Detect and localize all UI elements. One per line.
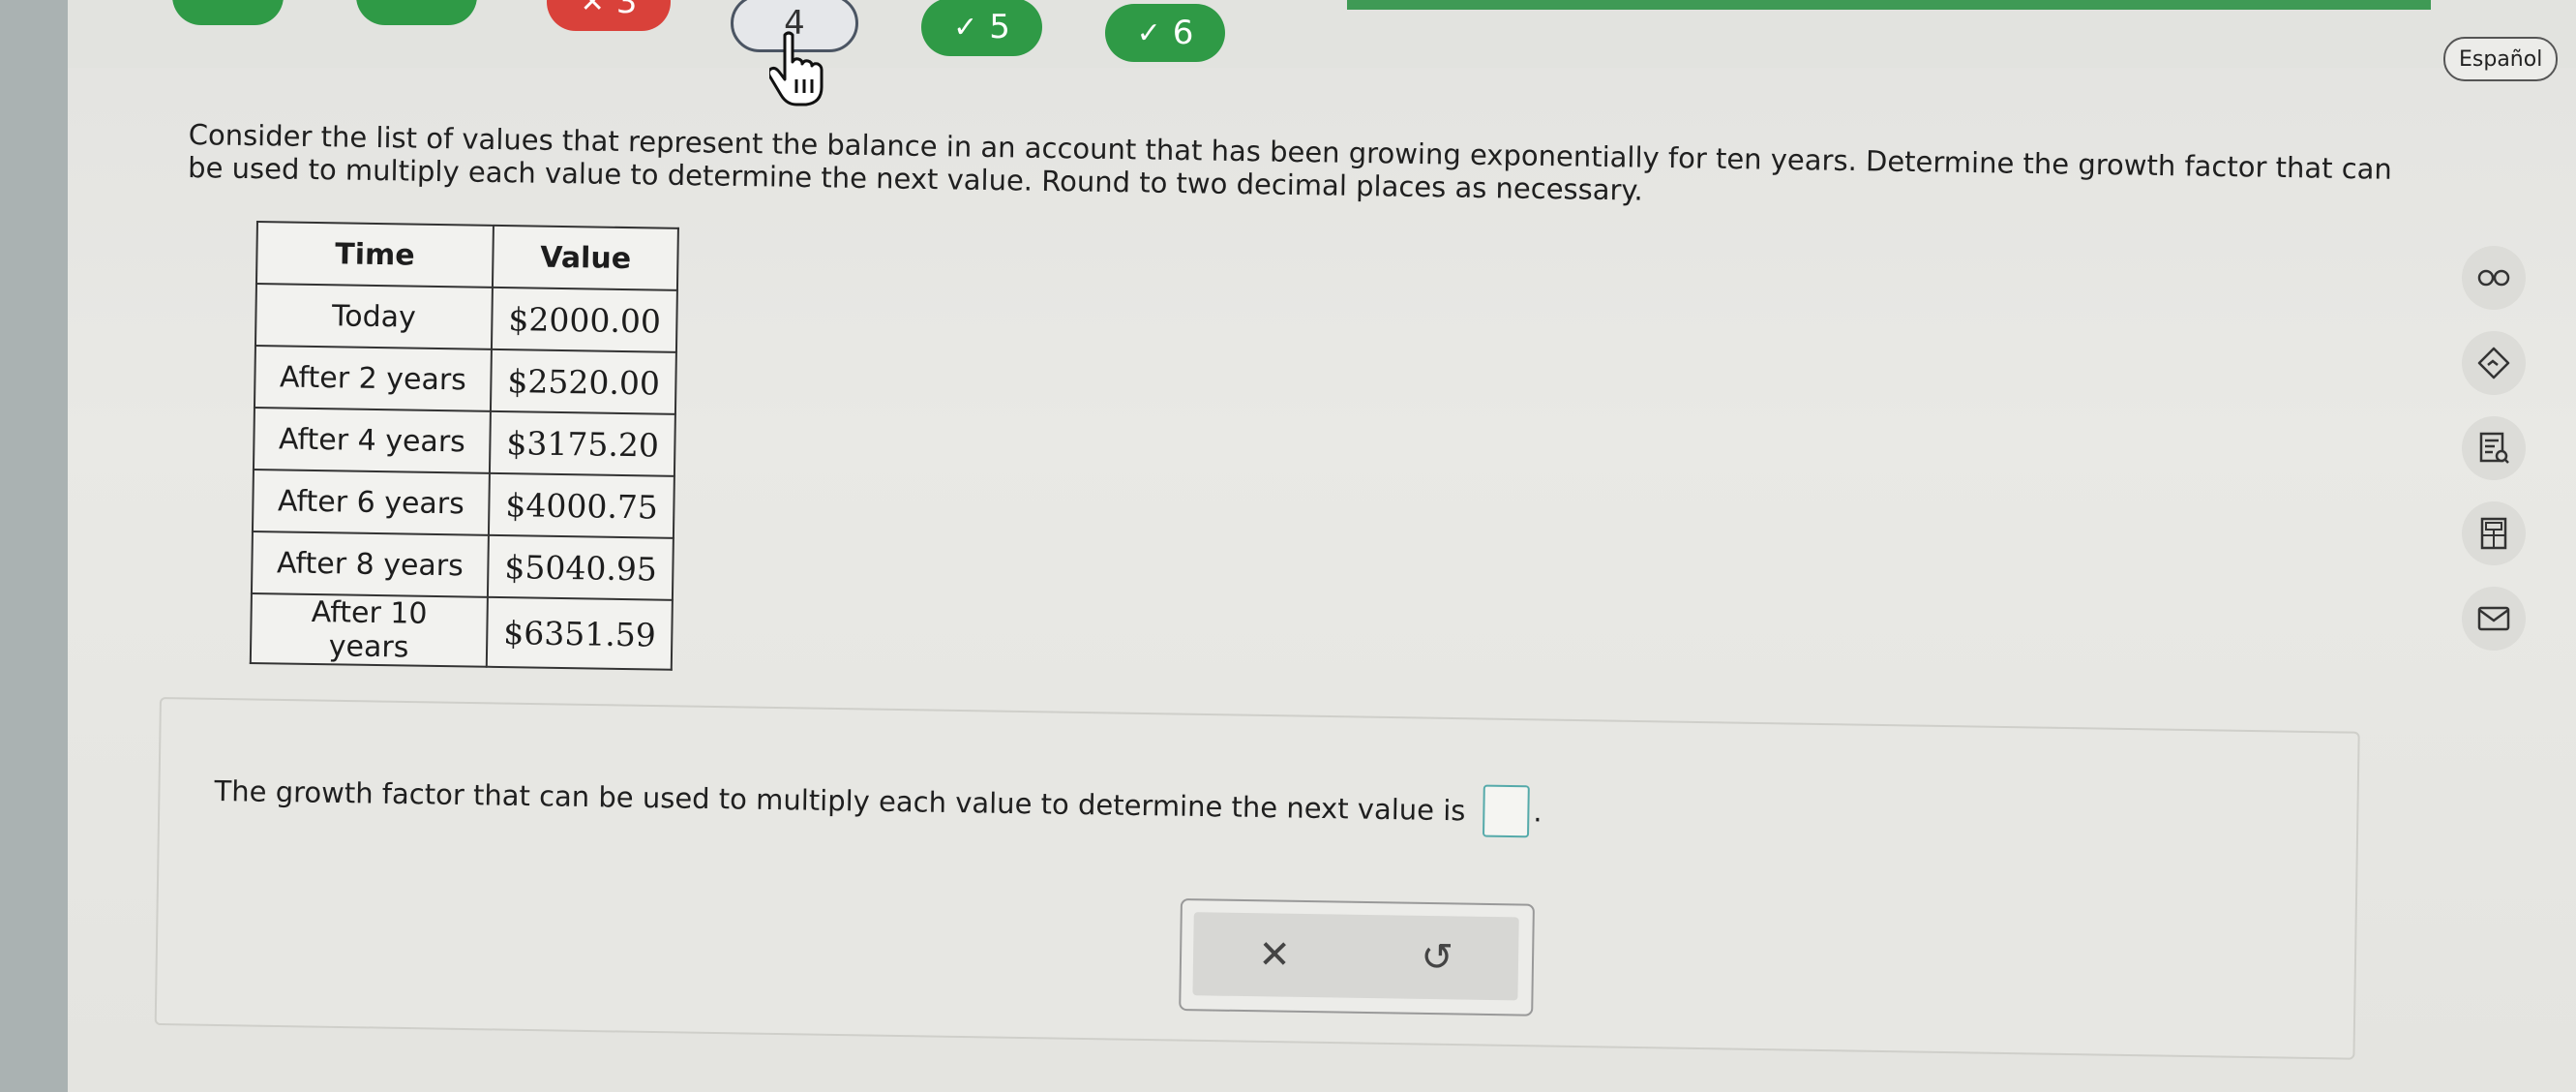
question-6-button[interactable]: ✓ 6 (1105, 4, 1225, 62)
check-mark-icon: ✓ (1136, 15, 1161, 50)
mail-button[interactable] (2462, 587, 2526, 651)
time-cell: After 4 years (253, 407, 491, 473)
table-row: After 6 years $4000.75 (252, 469, 675, 538)
time-cell: After 10 years (250, 592, 488, 667)
undo-button[interactable]: ↺ (1408, 935, 1467, 981)
value-cell: $6351.59 (486, 596, 674, 670)
time-cell: After 8 years (251, 531, 489, 597)
hand-cursor-icon (769, 31, 824, 106)
value-cell: $3175.20 (489, 410, 676, 476)
growth-factor-input[interactable] (1483, 784, 1530, 838)
column-header-time: Time (255, 222, 494, 288)
answer-suffix: . (1533, 795, 1543, 829)
calculator-icon (2480, 517, 2507, 550)
glasses-button[interactable] (2462, 246, 2526, 310)
document-search-button[interactable] (2462, 416, 2526, 480)
tag-icon (2477, 347, 2510, 379)
table-header-row: Time Value (255, 222, 679, 290)
value-cell: $2000.00 (491, 287, 678, 352)
column-header-value: Value (492, 225, 679, 290)
check-mark-icon: ✓ (953, 10, 978, 45)
question-number: 3 (615, 0, 638, 21)
language-toggle-button[interactable]: Español (2443, 37, 2559, 81)
glasses-icon (2477, 269, 2510, 287)
document-search-icon (2479, 432, 2509, 464)
time-cell: After 6 years (252, 469, 490, 535)
value-cell: $2520.00 (490, 349, 677, 414)
table-row: Today $2000.00 (255, 284, 678, 352)
table-row: After 10 years $6351.59 (250, 592, 674, 670)
tag-button[interactable] (2462, 331, 2526, 395)
question-number: 5 (989, 8, 1010, 46)
value-cell: $5040.95 (487, 534, 674, 600)
balance-table: Time Value Today $2000.00 After 2 years … (249, 221, 680, 671)
table-row: After 4 years $3175.20 (253, 407, 676, 476)
clear-button[interactable]: ✕ (1245, 932, 1304, 978)
question-3-button[interactable]: ✕ 3 (547, 0, 671, 31)
answer-controls: ✕ ↺ (1179, 898, 1535, 1016)
table-row: After 8 years $5040.95 (251, 531, 674, 600)
answer-controls-inner: ✕ ↺ (1192, 912, 1519, 1001)
mail-icon (2477, 606, 2510, 631)
value-cell: $4000.75 (488, 472, 675, 538)
question-2b-button[interactable] (356, 0, 477, 25)
question-number: 6 (1172, 14, 1194, 52)
time-cell: After 2 years (254, 345, 492, 411)
answer-prompt-text: The growth factor that can be used to mu… (214, 774, 1466, 828)
progress-strip (1347, 0, 2431, 10)
time-cell: Today (255, 284, 493, 349)
table-row: After 2 years $2520.00 (254, 345, 677, 414)
calculator-button[interactable] (2462, 501, 2526, 565)
wrong-mark-icon: ✕ (580, 0, 605, 19)
question-2-button[interactable]: 2 (172, 0, 284, 25)
question-5-button[interactable]: ✓ 5 (921, 0, 1042, 56)
